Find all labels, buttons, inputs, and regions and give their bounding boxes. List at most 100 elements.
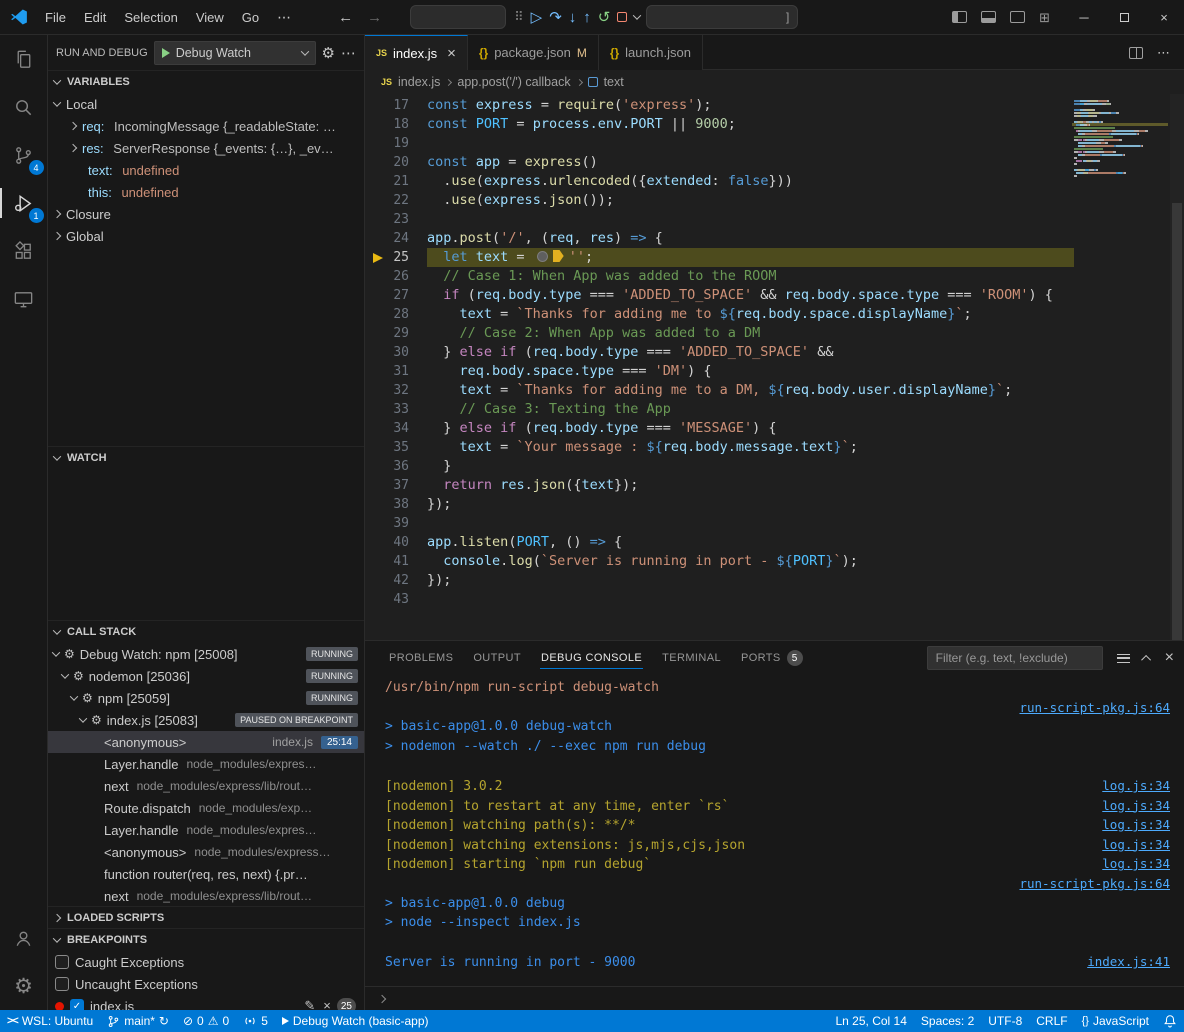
line-content[interactable] xyxy=(427,590,1074,609)
breakpoint-row[interactable]: Uncaught Exceptions xyxy=(48,973,364,995)
activity-extensions-icon[interactable] xyxy=(0,227,48,275)
line-gutter[interactable]: 32 xyxy=(365,381,427,400)
code-line[interactable]: 17const express = require('express'); xyxy=(365,96,1184,115)
menu-go[interactable]: Go xyxy=(233,10,268,25)
source-location-link[interactable]: log.js:34 xyxy=(1102,815,1170,835)
accounts-icon[interactable] xyxy=(0,914,48,962)
step-over-button[interactable]: ↷ xyxy=(549,10,562,25)
maximize-panel-icon[interactable] xyxy=(1141,654,1151,664)
variable-row[interactable]: Closure xyxy=(48,203,364,225)
code-line[interactable]: 34 } else if (req.body.type === 'MESSAGE… xyxy=(365,419,1184,438)
close-tab-icon[interactable]: × xyxy=(447,45,456,62)
toggle-sidebar-icon[interactable] xyxy=(952,11,967,23)
code-line[interactable]: 37 return res.json({text}); xyxy=(365,476,1184,495)
line-gutter[interactable]: 18 xyxy=(365,115,427,134)
code-line[interactable]: 38}); xyxy=(365,495,1184,514)
call-stack-section-header[interactable]: CALL STACK xyxy=(48,621,364,643)
line-content[interactable]: app.listen(PORT, () => { xyxy=(427,533,1074,552)
tab-debug-console[interactable]: DEBUG CONSOLE xyxy=(531,641,652,675)
maximize-button[interactable] xyxy=(1104,0,1144,35)
stack-frame-row[interactable]: nextnode_modules/express/lib/rout… xyxy=(48,775,364,797)
code-line[interactable]: 31 req.body.space.type === 'DM') { xyxy=(365,362,1184,381)
breadcrumb-symbol[interactable]: text xyxy=(604,75,624,89)
activity-explorer-icon[interactable] xyxy=(0,35,48,83)
activity-remote-explorer-icon[interactable] xyxy=(0,275,48,323)
line-gutter[interactable]: 38 xyxy=(365,495,427,514)
line-content[interactable]: const app = express() xyxy=(427,153,1074,172)
tab-output[interactable]: OUTPUT xyxy=(463,641,531,675)
variable-row[interactable]: res: ServerResponse {_events: {…}, _ev… xyxy=(48,137,364,159)
restart-button[interactable]: ↺ xyxy=(598,10,611,25)
line-content[interactable]: } xyxy=(427,457,1074,476)
code-line[interactable]: 41 console.log(`Server is running in por… xyxy=(365,552,1184,571)
line-gutter[interactable]: 21 xyxy=(365,172,427,191)
line-content[interactable]: const PORT = process.env.PORT || 9000; xyxy=(427,115,1074,134)
activity-search-icon[interactable] xyxy=(0,83,48,131)
debug-session-row[interactable]: ⚙Debug Watch: npm [25008]RUNNING xyxy=(48,643,364,665)
line-gutter[interactable]: 25 xyxy=(365,248,427,267)
menu-edit[interactable]: Edit xyxy=(75,10,115,25)
line-content[interactable]: console.log(`Server is running in port -… xyxy=(427,552,1074,571)
line-content[interactable]: } else if (req.body.type === 'MESSAGE') … xyxy=(427,419,1074,438)
cursor-position-item[interactable]: Ln 25, Col 14 xyxy=(829,1010,914,1032)
code-line[interactable]: 21 .use(express.urlencoded({extended: fa… xyxy=(365,172,1184,191)
step-into-button[interactable]: ↓ xyxy=(569,10,577,25)
debug-session-chevron-icon[interactable] xyxy=(633,11,641,19)
stack-frame-row[interactable]: Route.dispatchnode_modules/exp… xyxy=(48,797,364,819)
stack-frame-row[interactable]: Layer.handlenode_modules/expres… xyxy=(48,753,364,775)
source-location-link[interactable]: run-script-pkg.js:64 xyxy=(1019,874,1170,894)
line-gutter[interactable]: 28 xyxy=(365,305,427,324)
navigate-forward-icon[interactable]: → xyxy=(367,9,382,26)
views-more-actions-icon[interactable]: ⋯ xyxy=(341,44,356,62)
code-line[interactable]: 19 xyxy=(365,134,1184,153)
line-gutter[interactable]: 30 xyxy=(365,343,427,362)
line-content[interactable]: req.body.space.type === 'DM') { xyxy=(427,362,1074,381)
language-mode-item[interactable]: {} JavaScript xyxy=(1075,1010,1156,1032)
line-gutter[interactable]: 17 xyxy=(365,96,427,115)
launch-config-select[interactable]: Debug Watch xyxy=(154,41,316,65)
code-line[interactable]: 22 .use(express.json()); xyxy=(365,191,1184,210)
line-gutter[interactable]: 34 xyxy=(365,419,427,438)
code-line[interactable]: 26 // Case 1: When App was added to the … xyxy=(365,267,1184,286)
breakpoint-checkbox[interactable] xyxy=(55,955,69,969)
code-editor[interactable]: 17const express = require('express');18c… xyxy=(365,94,1184,640)
tab-launch-json[interactable]: {} launch.json xyxy=(599,35,703,70)
tab-index-js[interactable]: JS index.js × xyxy=(365,35,468,70)
tab-problems[interactable]: PROBLEMS xyxy=(379,641,463,675)
drag-handle-icon[interactable]: ⠿ xyxy=(514,9,524,25)
source-location-link[interactable]: log.js:34 xyxy=(1102,776,1170,796)
debug-console-input[interactable] xyxy=(365,986,1184,1010)
encoding-item[interactable]: UTF-8 xyxy=(981,1010,1029,1032)
line-content[interactable]: return res.json({text}); xyxy=(427,476,1074,495)
code-line[interactable]: 29 // Case 2: When App was added to a DM xyxy=(365,324,1184,343)
line-content[interactable]: // Case 3: Texting the App xyxy=(427,400,1074,419)
code-line[interactable]: 27 if (req.body.type === 'ADDED_TO_SPACE… xyxy=(365,286,1184,305)
line-gutter[interactable]: 33 xyxy=(365,400,427,419)
code-line[interactable]: 30 } else if (req.body.type === 'ADDED_T… xyxy=(365,343,1184,362)
stack-frame-row[interactable]: nextnode_modules/express/lib/rout… xyxy=(48,885,364,906)
line-content[interactable] xyxy=(427,210,1074,229)
menu-view[interactable]: View xyxy=(187,10,233,25)
editor-more-actions-icon[interactable]: ⋯ xyxy=(1157,45,1170,61)
notifications-item[interactable] xyxy=(1156,1010,1184,1032)
code-line[interactable]: 43 xyxy=(365,590,1184,609)
step-out-button[interactable]: ↑ xyxy=(583,10,591,25)
source-location-link[interactable]: log.js:34 xyxy=(1102,796,1170,816)
breadcrumb-file[interactable]: index.js xyxy=(398,75,440,89)
line-gutter[interactable]: 37 xyxy=(365,476,427,495)
source-location-link[interactable]: index.js:41 xyxy=(1087,952,1170,972)
code-line[interactable]: 39 xyxy=(365,514,1184,533)
menu-overflow-icon[interactable]: ⋯ xyxy=(268,9,300,26)
breadcrumb-scope[interactable]: app.post('/') callback xyxy=(457,75,570,89)
problems-item[interactable]: ⊘ 0 ⚠ 0 xyxy=(176,1010,236,1032)
close-button[interactable]: × xyxy=(1144,0,1184,35)
indentation-item[interactable]: Spaces: 2 xyxy=(914,1010,981,1032)
navigate-back-icon[interactable]: ← xyxy=(338,9,353,26)
code-line[interactable]: 24app.post('/', (req, res) => { xyxy=(365,229,1184,248)
close-panel-icon[interactable]: × xyxy=(1165,649,1174,667)
stack-frame-row[interactable]: <anonymous>node_modules/express… xyxy=(48,841,364,863)
code-line[interactable]: 23 xyxy=(365,210,1184,229)
git-branch-item[interactable]: main* ↻ xyxy=(100,1010,176,1032)
watch-section-header[interactable]: WATCH xyxy=(48,447,364,469)
line-content[interactable] xyxy=(427,514,1074,533)
